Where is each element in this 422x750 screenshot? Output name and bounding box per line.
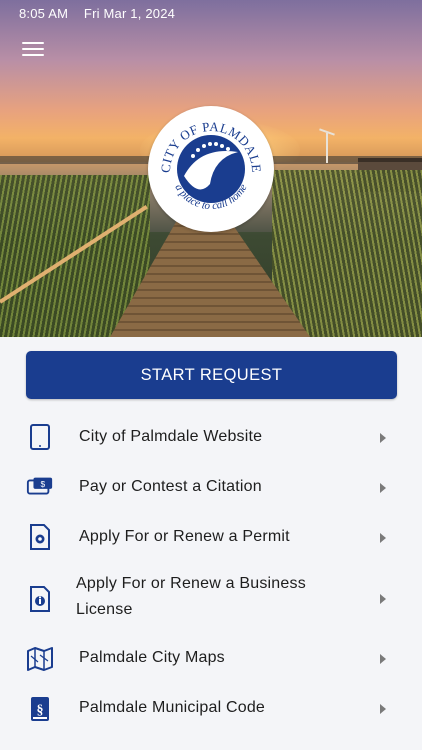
document-info-icon	[26, 585, 54, 613]
reeds-right	[272, 170, 422, 337]
svg-text:§: §	[37, 703, 44, 718]
menu-item-label: Apply For or Renew a Permit	[79, 528, 290, 545]
start-request-button[interactable]: START REQUEST	[26, 351, 397, 399]
tablet-icon	[26, 423, 54, 451]
menu-item-label: Palmdale City Maps	[79, 649, 225, 666]
chevron-right-icon	[380, 704, 386, 714]
hamburger-menu-icon[interactable]	[22, 42, 44, 60]
chevron-right-icon	[380, 654, 386, 664]
menu-item-label: Palmdale Municipal Code	[79, 699, 266, 716]
menu-item-citation[interactable]: $ Pay or Contest a Citation	[0, 461, 422, 513]
wind-turbine	[326, 133, 328, 163]
menu-item-label: City of Palmdale Website	[79, 428, 263, 445]
menu-item-label: Apply For or Renew a Business License	[76, 575, 306, 618]
chevron-right-icon	[380, 594, 386, 604]
menu-item-label: Pay or Contest a Citation	[79, 478, 262, 495]
menu-item-permit[interactable]: Apply For or Renew a Permit	[0, 511, 422, 563]
status-bar: 8:05 AM Fri Mar 1, 2024	[19, 6, 187, 21]
chevron-right-icon	[380, 433, 386, 443]
city-logo: CITY OF PALMDALE a place to call home	[148, 106, 274, 232]
status-time: 8:05 AM	[19, 6, 69, 21]
document-gear-icon	[26, 523, 54, 551]
chevron-right-icon	[380, 483, 386, 493]
menu-item-website[interactable]: City of Palmdale Website	[0, 411, 422, 463]
menu-item-maps[interactable]: Palmdale City Maps	[0, 643, 422, 695]
menu-item-municipal-code[interactable]: § Palmdale Municipal Code	[0, 693, 422, 745]
map-icon	[26, 645, 54, 673]
status-date: Fri Mar 1, 2024	[83, 6, 176, 21]
law-book-icon: §	[26, 695, 54, 723]
svg-text:$: $	[40, 479, 45, 489]
chevron-right-icon	[380, 533, 386, 543]
payment-card-icon: $	[26, 473, 54, 501]
menu-item-business-license[interactable]: Apply For or Renew a Business License	[0, 569, 422, 629]
